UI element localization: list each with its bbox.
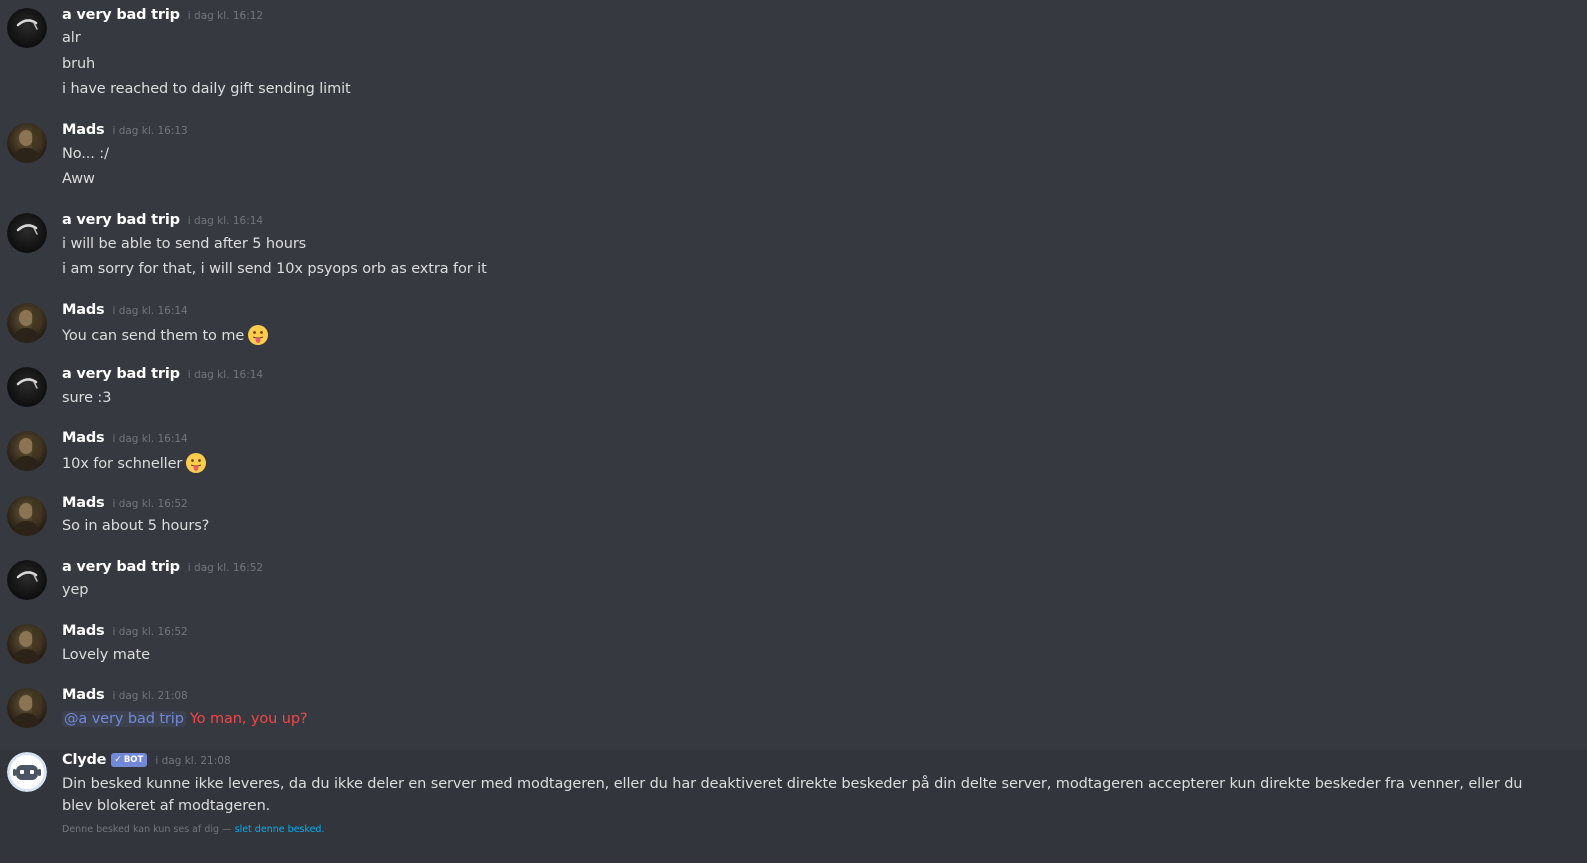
timestamp: i dag kl. 16:13 xyxy=(112,125,188,137)
message-text: 10x for schneller xyxy=(62,452,207,474)
timestamp: i dag kl. 16:14 xyxy=(112,305,188,317)
avatar[interactable] xyxy=(7,688,47,728)
ephemeral-note-text: Denne besked kan kun ses af dig — xyxy=(62,824,232,835)
delete-message-link[interactable]: slet denne besked. xyxy=(235,824,325,835)
message-text: i will be able to send after 5 hours xyxy=(62,236,307,252)
username[interactable]: Mads xyxy=(62,495,105,511)
message-header: Mads i dag kl. 16:14 xyxy=(62,430,188,450)
timestamp: i dag kl. 16:12 xyxy=(187,10,264,22)
avatar[interactable] xyxy=(7,752,47,792)
message-text-content: Yo man, you up? xyxy=(189,711,308,727)
tongue-out-emoji xyxy=(248,325,269,345)
bot-badge-label: BOT xyxy=(123,755,144,765)
avatar[interactable] xyxy=(7,367,47,407)
avatar[interactable] xyxy=(7,624,47,664)
username[interactable]: Mads xyxy=(62,623,105,639)
username[interactable]: Mads xyxy=(62,687,105,703)
username[interactable]: a very bad trip xyxy=(62,212,180,228)
message-header: Mads i dag kl. 16:14 xyxy=(62,302,188,322)
timestamp: i dag kl. 16:52 xyxy=(187,562,264,574)
avatar[interactable] xyxy=(7,303,47,343)
message-header: Mads i dag kl. 21:08 xyxy=(62,687,188,707)
avatar[interactable] xyxy=(7,213,47,253)
username[interactable]: a very bad trip xyxy=(62,559,180,575)
message-text: yep xyxy=(62,582,89,598)
message-text-content: You can send them to me xyxy=(62,328,245,344)
message-header: a very bad trip i dag kl. 16:14 xyxy=(62,366,263,386)
ephemeral-note: Denne besked kan kun ses af dig — slet d… xyxy=(62,824,324,835)
tongue-out-emoji xyxy=(186,453,207,473)
timestamp: i dag kl. 16:14 xyxy=(187,215,264,227)
message-text: bruh xyxy=(62,56,96,72)
message-text: sure :3 xyxy=(62,390,112,406)
username[interactable]: Mads xyxy=(62,430,105,446)
avatar[interactable] xyxy=(7,8,47,48)
timestamp: i dag kl. 16:14 xyxy=(187,369,264,381)
username[interactable]: Clyde xyxy=(62,752,106,768)
message-header: Mads i dag kl. 16:52 xyxy=(62,623,188,643)
timestamp: i dag kl. 16:52 xyxy=(112,626,188,638)
timestamp: i dag kl. 21:08 xyxy=(112,690,188,702)
message-header: Mads i dag kl. 16:52 xyxy=(62,495,188,515)
message-text: Din besked kunne ikke leveres, da du ikk… xyxy=(62,776,1523,814)
message-text: No... :/ xyxy=(62,146,109,162)
message-header: a very bad trip i dag kl. 16:52 xyxy=(62,559,263,579)
avatar[interactable] xyxy=(7,123,47,163)
message-header: a very bad trip i dag kl. 16:12 xyxy=(62,7,263,27)
username[interactable]: a very bad trip xyxy=(62,7,180,23)
avatar[interactable] xyxy=(7,560,47,600)
user-mention[interactable]: @a very bad trip xyxy=(62,711,186,727)
username[interactable]: a very bad trip xyxy=(62,366,180,382)
message-text: i am sorry for that, i will send 10x psy… xyxy=(62,261,487,277)
message-header: Clyde ✓ BOT i dag kl. 21:08 xyxy=(62,752,231,772)
avatar[interactable] xyxy=(7,431,47,471)
message-text: @a very bad trip Yo man, you up? xyxy=(62,709,308,729)
message-text: alr xyxy=(62,30,81,46)
message-header: Mads i dag kl. 16:13 xyxy=(62,122,188,142)
timestamp: i dag kl. 16:14 xyxy=(112,433,188,445)
message-text: Lovely mate xyxy=(62,647,150,663)
timestamp: i dag kl. 16:52 xyxy=(112,498,188,510)
bot-badge: ✓ BOT xyxy=(111,753,148,767)
message-text: Aww xyxy=(62,171,95,187)
message-text: i have reached to daily gift sending lim… xyxy=(62,81,351,97)
clyde-bot-icon xyxy=(7,752,47,792)
check-icon: ✓ xyxy=(114,755,122,765)
username[interactable]: Mads xyxy=(62,302,105,318)
message-text: So in about 5 hours? xyxy=(62,518,210,534)
message-text-content: 10x for schneller xyxy=(62,456,183,472)
avatar[interactable] xyxy=(7,496,47,536)
username[interactable]: Mads xyxy=(62,122,105,138)
message-text: You can send them to me xyxy=(62,324,269,346)
timestamp: i dag kl. 21:08 xyxy=(155,755,231,767)
message-header: a very bad trip i dag kl. 16:14 xyxy=(62,212,263,232)
